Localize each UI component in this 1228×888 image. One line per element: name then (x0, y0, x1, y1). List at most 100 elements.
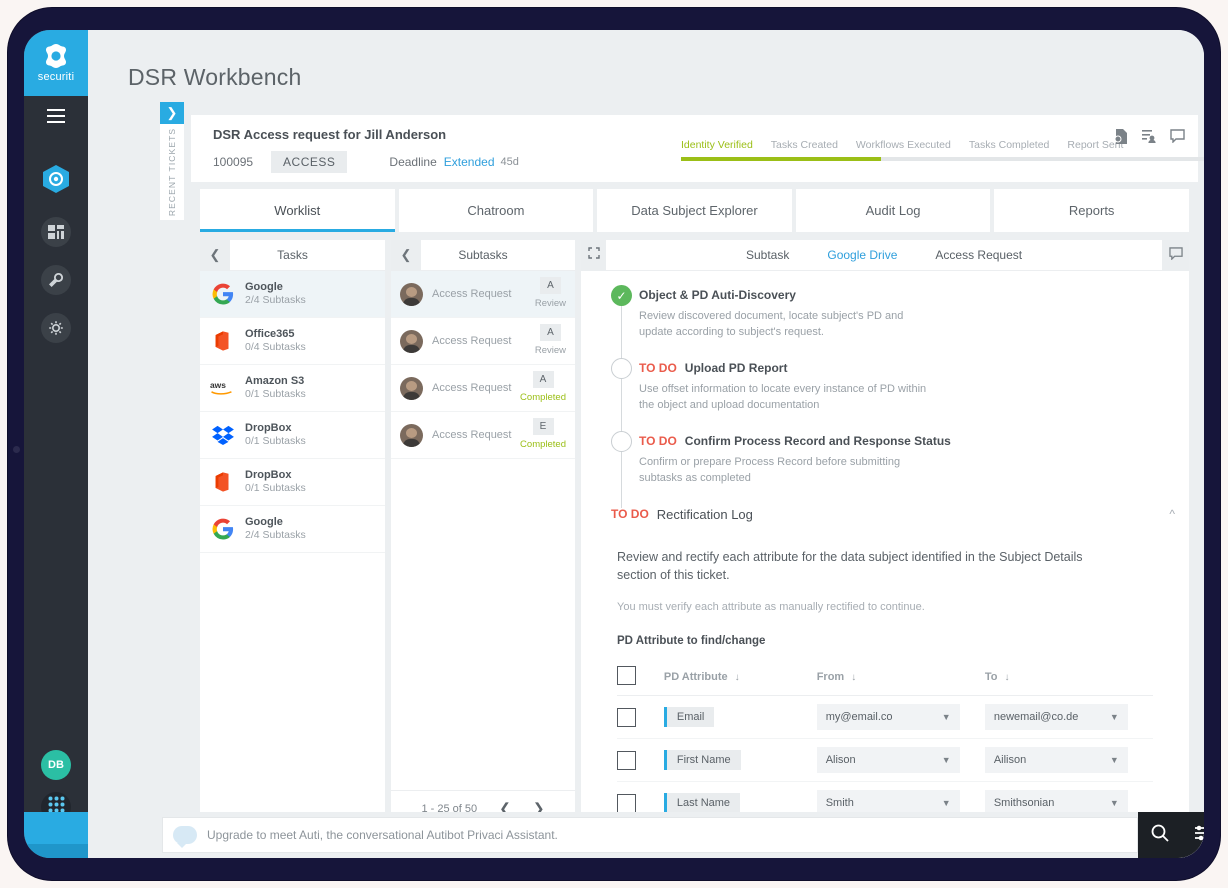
avatar (400, 423, 423, 447)
step-title: Object & PD Auti-Discovery (639, 285, 1189, 302)
row-attribute-cell: Email (663, 695, 817, 740)
row-from-cell: my@email.co ▼ (816, 695, 985, 740)
step-title-text: Upload PD Report (684, 360, 788, 375)
hamburger-menu-button[interactable] (24, 96, 88, 140)
task-subtask-count: 2/4 Subtasks (245, 529, 306, 542)
pd-attribute-table: PD Attribute ↓ From ↓ To ↓ Email my@emai… (617, 660, 1153, 826)
recent-tickets-strip[interactable]: RECENT TICKETS (160, 124, 184, 220)
row-checkbox[interactable] (617, 707, 636, 727)
chat-input[interactable]: Upgrade to meet Auti, the conversational… (162, 817, 1138, 853)
th-label: From (816, 670, 845, 683)
sort-down-icon: ↓ (851, 671, 857, 683)
task-row[interactable]: DropBox 0/1 Subtasks (200, 412, 385, 459)
recent-tickets-toggle[interactable]: ❯ (160, 102, 184, 124)
row-checkbox[interactable] (617, 793, 636, 813)
from-dropdown[interactable]: Alison ▼ (816, 747, 960, 774)
securiti-hex-icon (42, 164, 70, 199)
chevron-down-icon: ▼ (941, 712, 951, 723)
chevron-up-icon[interactable]: ^ (1169, 507, 1175, 521)
sidebar-item-modules[interactable] (24, 217, 88, 247)
task-subtask-count: 2/4 Subtasks (245, 294, 306, 307)
th-from[interactable]: From ↓ (816, 660, 985, 697)
tab-worklist[interactable]: Worklist (200, 189, 395, 232)
detail-comment-button[interactable] (1162, 240, 1189, 271)
task-name: Amazon S3 (245, 374, 305, 387)
task-row[interactable]: aws Amazon S3 0/1 Subtasks (200, 365, 385, 412)
rectification-log-header[interactable]: TO DO Rectification Log ^ (581, 507, 1189, 522)
ticket-title: DSR Access request for Jill Anderson (213, 127, 447, 142)
step-todo-icon[interactable] (611, 430, 632, 452)
task-name: Google (245, 515, 283, 528)
detail-body: ✓ Object & PD Auti-Discovery Review disc… (581, 271, 1189, 826)
breadcrumb: Subtask Google Drive Access Request (746, 248, 1022, 262)
breadcrumb-google-drive[interactable]: Google Drive (827, 248, 897, 262)
tablet-frame: securiti DB DSR Workbench ❯ RECENT TICKE… (8, 8, 1220, 880)
add-document-icon[interactable] (1110, 125, 1132, 147)
subtasks-panel-header: ❮ Subtasks (391, 239, 575, 271)
subtask-row[interactable]: Access Request A Review (391, 318, 575, 365)
filter-button[interactable] (1193, 823, 1204, 848)
to-dropdown[interactable]: newemail@co.de ▼ (984, 704, 1128, 731)
deadline-status-link[interactable]: Extended (444, 155, 495, 169)
subtask-row[interactable]: Access Request E Completed (391, 412, 575, 459)
expand-icon (587, 246, 600, 264)
ticket-meta: 100095 ACCESS Deadline Extended 45d (213, 151, 519, 173)
dropbox-icon (210, 422, 236, 448)
brand-name: securiti (37, 71, 75, 83)
assign-user-icon[interactable] (1138, 125, 1160, 147)
tab-data-subject-explorer[interactable]: Data Subject Explorer (597, 189, 792, 232)
progress-bar-fill (681, 157, 881, 161)
subtask-badge: A (539, 324, 561, 341)
settings-gear-icon (41, 313, 71, 343)
subtask-status: Review (534, 298, 566, 309)
subtask-row[interactable]: Access Request A Completed (391, 365, 575, 412)
task-row[interactable]: Google 2/4 Subtasks (200, 506, 385, 553)
progress-step-2: Tasks Created (770, 139, 838, 151)
th-pd-attribute[interactable]: PD Attribute ↓ (663, 660, 817, 697)
from-dropdown[interactable]: my@email.co ▼ (816, 704, 960, 731)
search-button[interactable] (1150, 823, 1170, 848)
chevron-down-icon: ▼ (1109, 712, 1119, 723)
row-checkbox[interactable] (617, 750, 636, 770)
tab-reports[interactable]: Reports (994, 189, 1189, 232)
to-dropdown[interactable]: Ailison ▼ (984, 747, 1128, 774)
comment-icon[interactable] (1166, 125, 1188, 147)
aws-icon: aws (210, 375, 236, 401)
tab-chatroom[interactable]: Chatroom (398, 189, 594, 232)
sidebar-item-settings[interactable] (24, 313, 88, 343)
expand-button[interactable] (581, 239, 606, 271)
breadcrumb-subtask: Subtask (746, 248, 790, 262)
task-name: DropBox (245, 468, 292, 481)
row-to-cell: newemail@co.de ▼ (984, 695, 1153, 740)
step-title: TO DO Confirm Process Record and Response… (639, 431, 1189, 448)
table-header-row: PD Attribute ↓ From ↓ To ↓ (617, 660, 1153, 697)
step-todo-icon[interactable] (611, 357, 632, 379)
recent-tickets-flap: ❯ RECENT TICKETS (160, 102, 193, 222)
step-title-text: Object & PD Auti-Discovery (639, 288, 796, 302)
workflow-step: ✓ Object & PD Auti-Discovery Review disc… (581, 285, 1189, 364)
bottom-tools (1138, 812, 1204, 858)
rectification-todo-tag: TO DO (611, 507, 649, 522)
sidebar-item-dashboard[interactable] (24, 164, 88, 199)
tab-label: Chatroom (467, 203, 525, 218)
select-all-checkbox[interactable] (617, 666, 636, 686)
step-complete-icon: ✓ (611, 285, 632, 306)
avatar[interactable]: DB (41, 750, 71, 780)
attribute-chip: Last Name (663, 793, 741, 814)
tasks-back-button[interactable]: ❮ (200, 239, 230, 271)
task-subtask-count: 0/1 Subtasks (245, 435, 306, 448)
attribute-chip: First Name (663, 750, 741, 771)
progress-step-4: Tasks Completed (968, 139, 1050, 151)
subtasks-back-button[interactable]: ❮ (391, 239, 421, 271)
sidebar-item-tools[interactable] (24, 265, 88, 295)
task-row[interactable]: Google 2/4 Subtasks (200, 271, 385, 318)
rectification-intro: Review and rectify each attribute for th… (617, 549, 1083, 583)
tab-label: Data Subject Explorer (631, 203, 758, 218)
task-row[interactable]: DropBox 0/1 Subtasks (200, 459, 385, 506)
th-to[interactable]: To ↓ (984, 660, 1153, 697)
to-value: newemail@co.de (993, 711, 1079, 724)
task-row[interactable]: Office365 0/4 Subtasks (200, 318, 385, 365)
subtask-row[interactable]: Access Request A Review (391, 271, 575, 318)
tab-audit-log[interactable]: Audit Log (795, 189, 991, 232)
page-title: DSR Workbench (128, 64, 302, 90)
